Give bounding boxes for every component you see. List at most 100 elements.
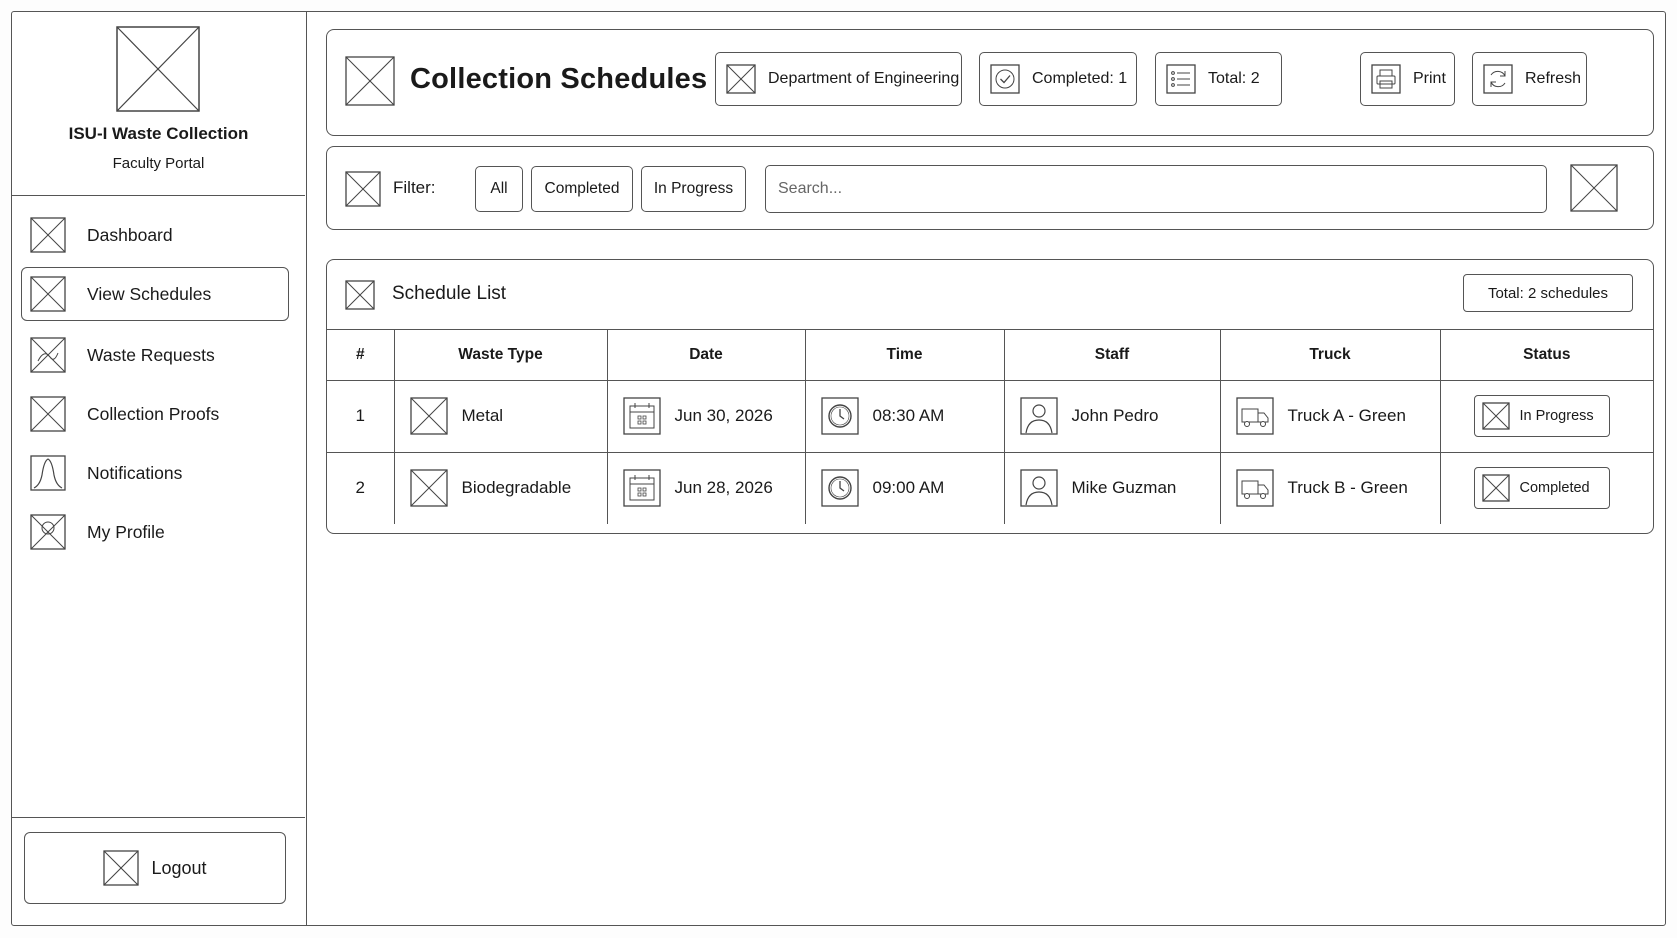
- sidebar-item-my-profile[interactable]: My Profile: [21, 505, 289, 559]
- list-icon: [1166, 64, 1196, 94]
- user-icon: [1019, 469, 1058, 507]
- app-name: ISU-I Waste Collection: [68, 124, 249, 143]
- portal-name: Faculty Portal: [112, 155, 205, 172]
- logo-placeholder-icon: [116, 26, 200, 112]
- staff-cell: John Pedro: [1004, 380, 1221, 453]
- filter-label: Filter:: [393, 178, 436, 197]
- filter-all-button[interactable]: All: [475, 166, 523, 212]
- date-cell: Jun 30, 2026: [607, 380, 806, 453]
- print-label: Print: [1413, 70, 1446, 87]
- department-label: Department of Engineering: [768, 70, 960, 87]
- refresh-icon: [1483, 64, 1513, 94]
- total-schedules-badge: Total: 2 schedules: [1463, 274, 1633, 312]
- page-title: Collection Schedules: [410, 63, 708, 95]
- status-label: Completed: [1519, 480, 1590, 497]
- schedule-time: 09:00 AM: [872, 478, 945, 498]
- sidebar-item-label: Collection Proofs: [87, 403, 220, 424]
- department-badge: Department of Engineering: [715, 52, 962, 106]
- print-button[interactable]: Print: [1360, 52, 1455, 106]
- total-count: Total: 2: [1208, 70, 1260, 87]
- status-label: In Progress: [1519, 408, 1594, 424]
- page-header: Collection Schedules Department of Engin…: [326, 29, 1654, 136]
- status-badge: Completed: [1473, 467, 1610, 510]
- schedule-time: 08:30 AM: [872, 406, 945, 425]
- sidebar-item-waste-requests[interactable]: Waste Requests: [21, 328, 289, 382]
- staff-name: Mike Guzman: [1071, 478, 1177, 498]
- logout-button[interactable]: Logout: [24, 832, 286, 904]
- brand-header: ISU-I Waste Collection Faculty Portal: [12, 12, 305, 196]
- waste-type-icon: [409, 397, 448, 435]
- waste-type: Metal: [461, 406, 504, 425]
- app-window: ISU-I Waste Collection Faculty Portal Da…: [11, 11, 1666, 926]
- refresh-label: Refresh: [1525, 70, 1582, 87]
- status-cell: In Progress: [1440, 380, 1653, 453]
- row-number: 1: [327, 380, 395, 453]
- refresh-button[interactable]: Refresh: [1472, 52, 1587, 106]
- truck-cell: Truck B - Green: [1220, 452, 1441, 524]
- sidebar: ISU-I Waste Collection Faculty Portal Da…: [12, 12, 307, 925]
- sidebar-item-label: Waste Requests: [87, 344, 215, 365]
- waste-type-cell: Biodegradable: [394, 452, 608, 524]
- waste-request-icon: [30, 337, 66, 373]
- clear-search-icon[interactable]: [1570, 164, 1618, 212]
- logout-label: Logout: [151, 857, 207, 878]
- filter-completed-button[interactable]: Completed: [531, 166, 633, 212]
- truck-icon: [1235, 397, 1274, 435]
- sidebar-item-label: Dashboard: [87, 224, 173, 245]
- status-badge: In Progress: [1473, 395, 1610, 437]
- table-row[interactable]: 2 Biodegradable Jun 28, 2026 09:00 AM Mi…: [327, 452, 1653, 524]
- completed-count-badge: Completed: 1: [979, 52, 1137, 106]
- status-icon: [1481, 402, 1510, 430]
- filter-in-progress-button[interactable]: In Progress: [641, 166, 746, 212]
- sidebar-item-notifications[interactable]: Notifications: [21, 446, 289, 500]
- waste-type: Biodegradable: [461, 478, 572, 498]
- completed-count: Completed: 1: [1032, 70, 1128, 87]
- user-icon: [1019, 397, 1058, 435]
- logout-section: Logout: [12, 817, 305, 925]
- sidebar-item-label: View Schedules: [87, 283, 212, 304]
- logout-icon: [103, 850, 140, 886]
- sidebar-item-label: My Profile: [87, 521, 165, 542]
- department-icon: [726, 64, 756, 94]
- staff-cell: Mike Guzman: [1004, 452, 1221, 524]
- schedule-date: Jun 28, 2026: [674, 478, 773, 498]
- column-header[interactable]: Date: [607, 330, 806, 381]
- filter-icon: [345, 171, 381, 207]
- status-cell: Completed: [1440, 452, 1653, 524]
- sidebar-item-view-schedules[interactable]: View Schedules: [21, 267, 289, 321]
- time-cell: 08:30 AM: [805, 380, 1005, 453]
- schedule-list-header: Schedule List Total: 2 schedules: [327, 260, 1653, 330]
- column-header: #: [327, 330, 395, 381]
- column-header[interactable]: Truck: [1220, 330, 1441, 381]
- sidebar-item-dashboard[interactable]: Dashboard: [21, 208, 289, 262]
- truck-name: Truck A - Green: [1287, 406, 1406, 425]
- table-header-row: # Waste Type Date Time Staff Truck Statu…: [327, 330, 1653, 381]
- table-row[interactable]: 1 Metal Jun 30, 2026 08:30 AM John Pedro: [327, 380, 1653, 453]
- schedule-table: # Waste Type Date Time Staff Truck Statu…: [327, 330, 1653, 524]
- column-header[interactable]: Time: [805, 330, 1005, 381]
- check-circle-icon: [990, 64, 1020, 94]
- column-header[interactable]: Waste Type: [394, 330, 608, 381]
- dashboard-icon: [30, 217, 66, 253]
- printer-icon: [1371, 64, 1401, 94]
- column-header[interactable]: Status: [1440, 330, 1653, 381]
- total-count-badge: Total: 2: [1155, 52, 1282, 106]
- filter-bar: Filter: All Completed In Progress: [326, 146, 1654, 230]
- date-cell: Jun 28, 2026: [607, 452, 806, 524]
- waste-type-icon: [409, 469, 448, 507]
- schedule-date: Jun 30, 2026: [674, 406, 773, 425]
- calendar-icon: [622, 469, 661, 507]
- staff-name: John Pedro: [1071, 406, 1159, 425]
- schedule-list-card: Schedule List Total: 2 schedules # Waste…: [326, 259, 1654, 534]
- schedule-list-title: Schedule List: [392, 283, 507, 304]
- column-header[interactable]: Staff: [1004, 330, 1221, 381]
- sidebar-item-label: Notifications: [87, 462, 183, 483]
- clock-icon: [820, 397, 859, 435]
- truck-cell: Truck A - Green: [1220, 380, 1441, 453]
- schedules-icon: [30, 276, 66, 312]
- schedule-list-icon: [345, 280, 375, 310]
- calendar-icon: [622, 397, 661, 435]
- search-input[interactable]: [765, 165, 1547, 213]
- waste-type-cell: Metal: [394, 380, 608, 453]
- sidebar-item-collection-proofs[interactable]: Collection Proofs: [21, 387, 289, 441]
